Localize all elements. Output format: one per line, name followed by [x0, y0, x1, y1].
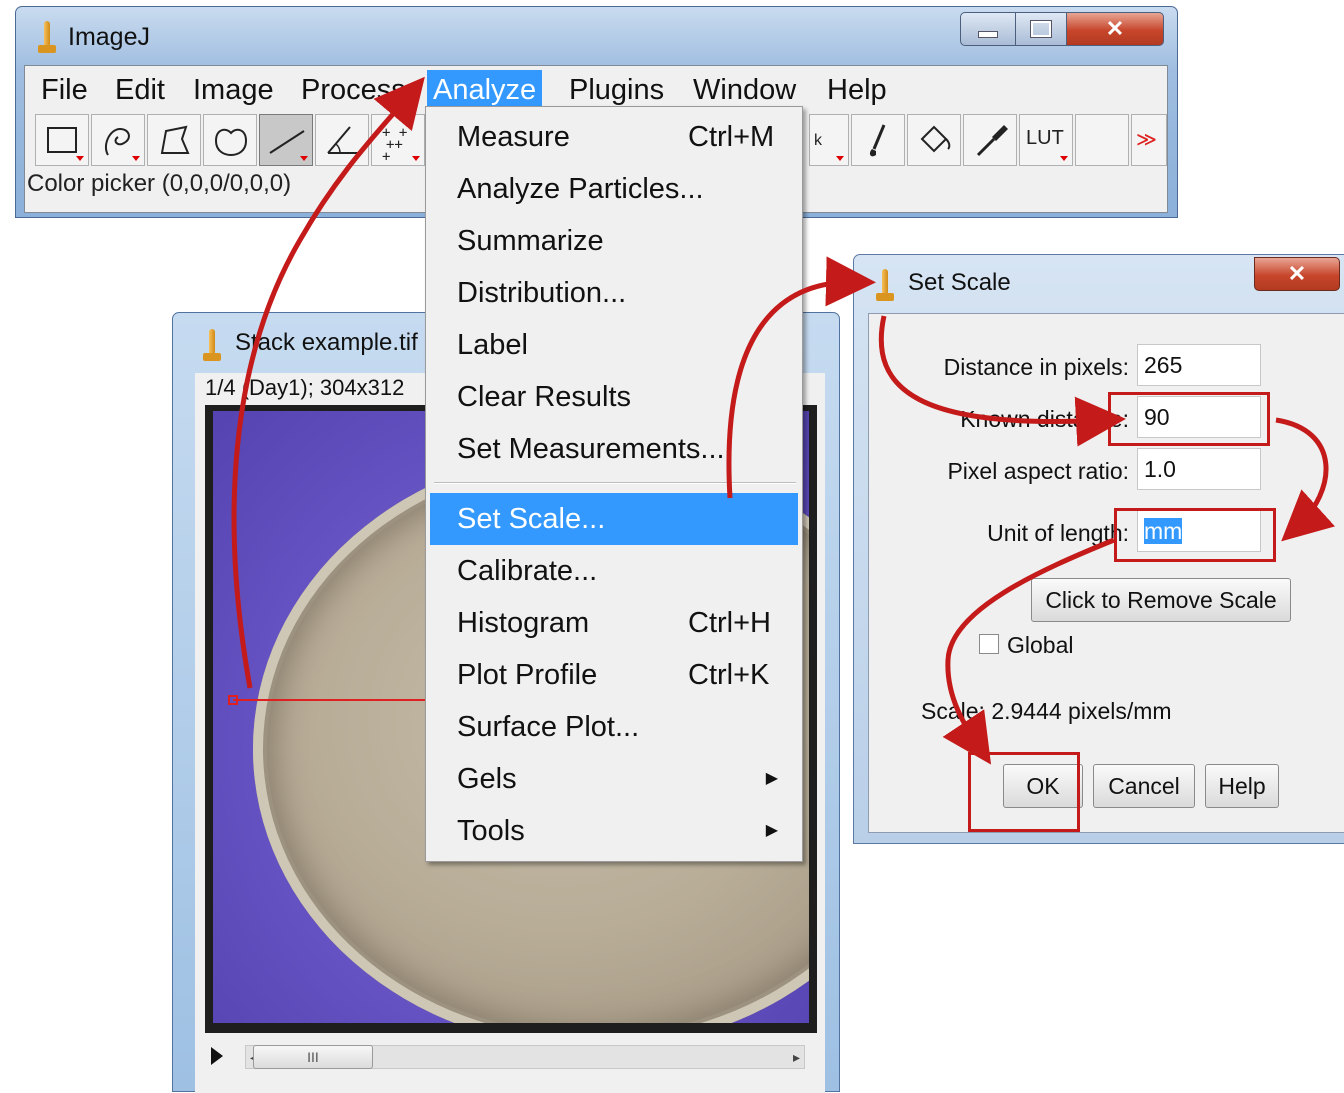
stack-info-line: 1/4 (Day1); 304x312 [205, 375, 405, 400]
menu-separator [434, 482, 796, 484]
lut-menu-button[interactable]: LUT [1019, 114, 1073, 166]
menu-item-plot-profile[interactable]: Plot Profile Ctrl+K [430, 649, 798, 701]
scroll-right-arrow-icon[interactable]: ▸ [793, 1049, 800, 1066]
angle-tool-button[interactable] [315, 114, 369, 166]
flood-fill-tool-button[interactable] [907, 114, 961, 166]
wand-icon: k [814, 132, 823, 149]
menu-item-gels[interactable]: Gels ▶ [430, 753, 798, 805]
maximize-icon [1030, 20, 1052, 38]
dialog-icon [876, 269, 894, 303]
known-distance-label: Known distance: [960, 406, 1129, 432]
menu-item-summarize[interactable]: Summarize [430, 215, 798, 267]
menu-item-surface-plot[interactable]: Surface Plot... [430, 701, 798, 753]
oval-icon [214, 128, 248, 157]
maximize-button[interactable] [1015, 12, 1067, 46]
oval-tool-button[interactable] [203, 114, 257, 166]
stack-window-title: Stack example.tif [235, 329, 418, 356]
lut-label: LUT [1026, 127, 1064, 149]
multi-point-tool-button[interactable]: + + ++ + [371, 114, 425, 166]
rectangle-tool-button[interactable] [35, 114, 89, 166]
global-label: Global [1007, 632, 1074, 658]
minimize-button[interactable] [960, 12, 1016, 46]
stack-slice-scrollbar[interactable]: ◂ ▸ III [205, 1039, 817, 1073]
more-tools-button[interactable]: ≫ [1131, 114, 1167, 166]
svg-text:k: k [814, 132, 823, 149]
polygon-tool-button[interactable] [147, 114, 201, 166]
dialog-title: Set Scale [908, 269, 1011, 296]
pixel-aspect-ratio-label: Pixel aspect ratio: [947, 458, 1129, 484]
menu-item-clear-results[interactable]: Clear Results [430, 371, 798, 423]
freehand-tool-button[interactable] [91, 114, 145, 166]
play-icon[interactable] [211, 1047, 223, 1065]
menu-item-set-measurements[interactable]: Set Measurements... [430, 423, 798, 475]
cancel-button[interactable]: Cancel [1093, 764, 1195, 808]
empty-tool-slot [1075, 114, 1129, 166]
status-bar: Color picker (0,0,0/0,0,0) [27, 170, 292, 197]
dialog-close-button[interactable]: ✕ [1254, 257, 1340, 291]
help-button[interactable]: Help [1205, 764, 1279, 808]
menu-window[interactable]: Window [687, 70, 802, 110]
polygon-icon [160, 125, 190, 154]
angle-icon [327, 126, 358, 154]
brush-tool-button[interactable] [851, 114, 905, 166]
analyze-dropdown-menu: Measure Ctrl+M Analyze Particles... Summa… [425, 106, 803, 862]
menu-help[interactable]: Help [821, 70, 893, 110]
menu-item-distribution[interactable]: Distribution... [430, 267, 798, 319]
color-picker-tool-button[interactable] [963, 114, 1017, 166]
scroll-thumb[interactable]: III [253, 1045, 373, 1069]
double-chevron-icon: ≫ [1136, 129, 1157, 151]
menu-item-calibrate[interactable]: Calibrate... [430, 545, 798, 597]
menu-item-measure[interactable]: Measure Ctrl+M [430, 111, 798, 163]
main-window-title: ImageJ [68, 23, 150, 51]
menu-image[interactable]: Image [187, 70, 280, 110]
menu-process[interactable]: Process [295, 70, 412, 110]
menu-file[interactable]: File [35, 70, 94, 110]
paint-bucket-icon [920, 125, 951, 153]
line-tool-button[interactable] [259, 114, 313, 166]
close-icon: ✕ [1287, 261, 1307, 286]
distance-in-pixels-field[interactable]: 265 [1137, 344, 1261, 386]
scale-readout: Scale: 2.9444 pixels/mm [921, 698, 1172, 724]
svg-text:+: + [382, 149, 390, 165]
menu-analyze[interactable]: Analyze [427, 70, 543, 110]
eyedropper-icon [976, 125, 1008, 157]
close-icon: ✕ [1105, 16, 1125, 41]
menu-item-set-scale[interactable]: Set Scale... [430, 493, 798, 545]
highlight-box-unit-of-length [1114, 508, 1276, 562]
menu-item-histogram[interactable]: Histogram Ctrl+H [430, 597, 798, 649]
menu-edit[interactable]: Edit [109, 70, 171, 110]
menu-item-tools[interactable]: Tools ▶ [430, 805, 798, 857]
stack-window-icon [203, 329, 221, 363]
highlight-box-known-distance [1108, 392, 1270, 446]
global-checkbox[interactable] [979, 634, 999, 654]
menu-item-label[interactable]: Label [430, 319, 798, 371]
submenu-arrow-icon: ▶ [765, 770, 778, 787]
wand-tool-button[interactable]: k [809, 114, 849, 166]
menu-item-analyze-particles[interactable]: Analyze Particles... [430, 163, 798, 215]
imagej-app-icon [38, 21, 56, 55]
minimize-icon [978, 30, 998, 38]
menu-plugins[interactable]: Plugins [563, 70, 670, 110]
unit-of-length-label: Unit of length: [987, 520, 1129, 546]
highlight-box-ok [968, 752, 1080, 832]
close-button[interactable]: ✕ [1066, 12, 1164, 46]
submenu-arrow-icon: ▶ [765, 822, 778, 839]
pixel-aspect-ratio-field[interactable]: 1.0 [1137, 448, 1261, 490]
distance-in-pixels-label: Distance in pixels: [943, 354, 1129, 380]
set-scale-form: Distance in pixels: 265 Known distance: … [868, 313, 1344, 833]
click-to-remove-scale-button[interactable]: Click to Remove Scale [1031, 578, 1291, 622]
brush-icon [869, 124, 886, 157]
